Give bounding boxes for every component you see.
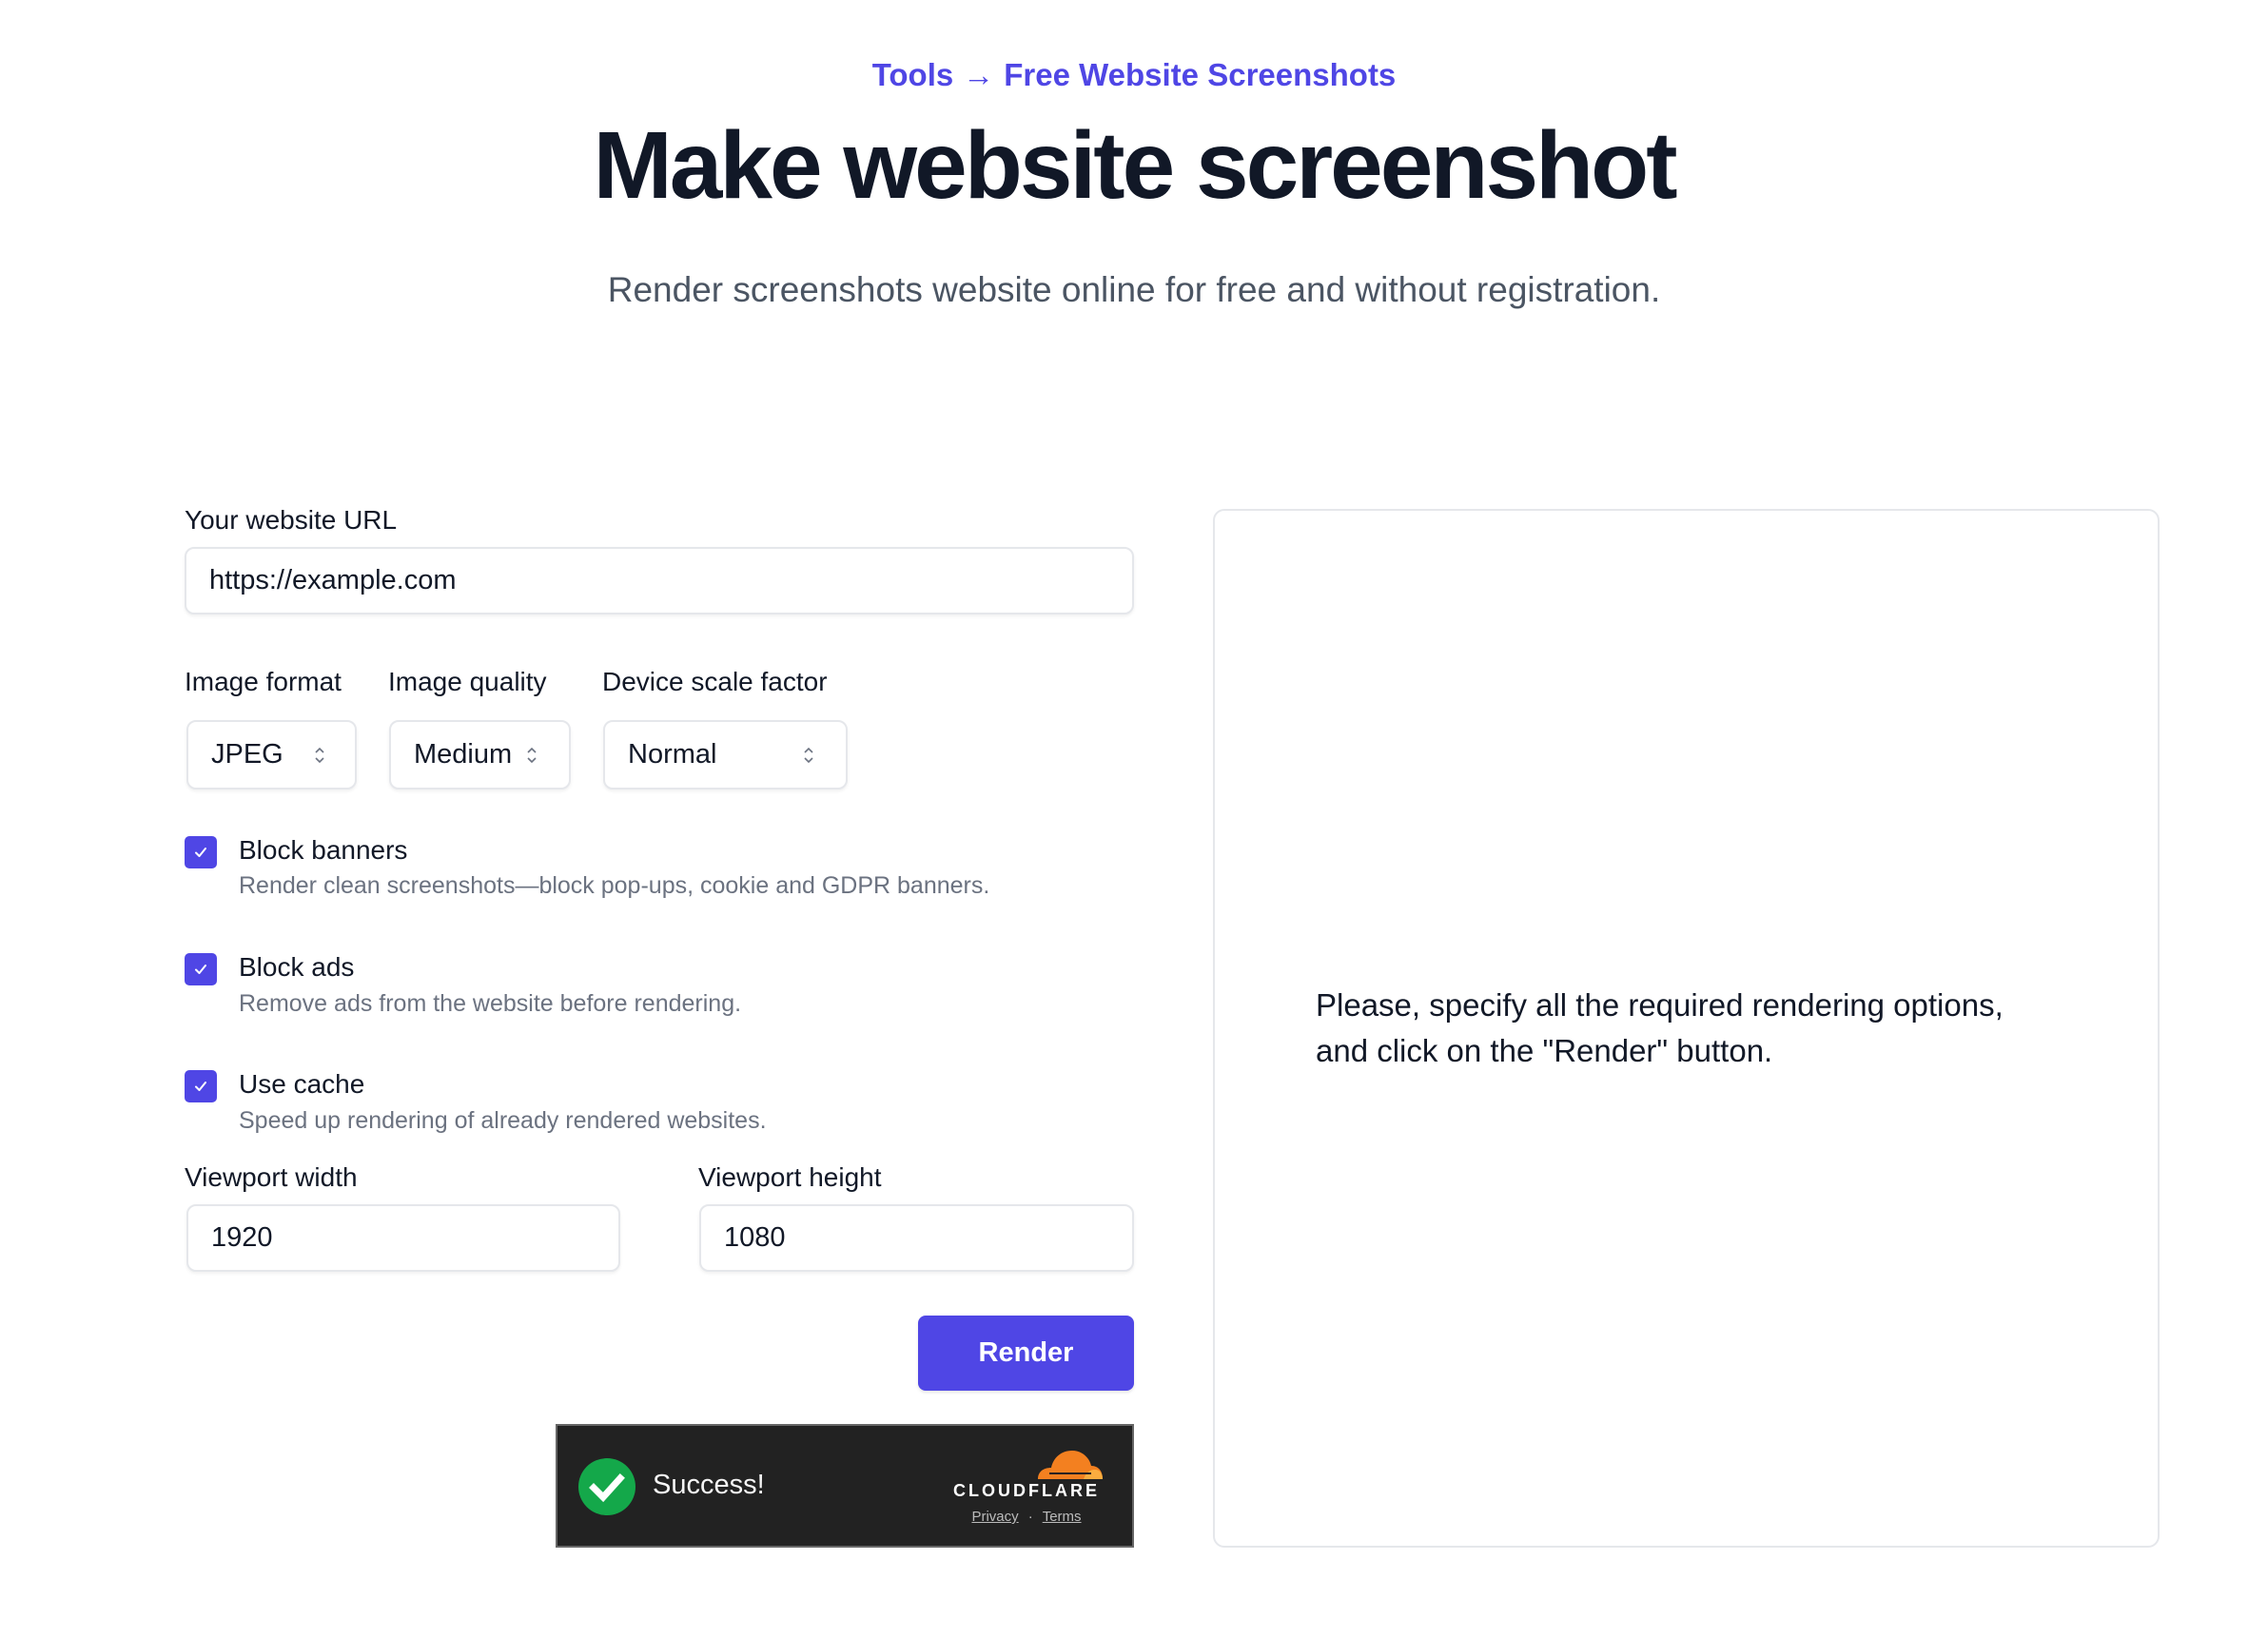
block-banners-checkbox[interactable] bbox=[185, 836, 217, 868]
block-ads-description: Remove ads from the website before rende… bbox=[239, 990, 742, 1017]
option-use-cache[interactable] bbox=[185, 1070, 217, 1102]
image-format-value: JPEG bbox=[211, 739, 284, 770]
preview-message-line-1: Please, specify all the required renderi… bbox=[1316, 987, 2004, 1023]
viewport-height-input[interactable]: 1080 bbox=[699, 1204, 1134, 1272]
device-scale-factor-value: Normal bbox=[628, 739, 717, 770]
arrow-right-icon: → bbox=[963, 57, 995, 92]
use-cache-checkbox[interactable] bbox=[185, 1070, 217, 1102]
block-banners-title[interactable]: Block banners bbox=[239, 834, 407, 867]
option-block-banners[interactable] bbox=[185, 836, 217, 868]
success-check-icon bbox=[578, 1458, 635, 1520]
url-input-value: https://example.com bbox=[209, 565, 457, 595]
render-button[interactable]: Render bbox=[918, 1316, 1134, 1391]
url-label: Your website URL bbox=[185, 505, 398, 535]
url-input[interactable]: https://example.com bbox=[185, 547, 1134, 614]
device-scale-factor-label: Device scale factor bbox=[602, 667, 828, 696]
viewport-width-input[interactable]: 1920 bbox=[186, 1204, 620, 1272]
option-block-ads[interactable] bbox=[185, 953, 217, 985]
breadcrumb: Tools → Free Website Screenshots bbox=[0, 57, 2268, 93]
cloudflare-logo-text: CLOUDFLARE bbox=[953, 1481, 1100, 1500]
preview-message-line-2: and click on the "Render" button. bbox=[1316, 1033, 1773, 1068]
image-format-select[interactable]: JPEG bbox=[186, 720, 357, 790]
use-cache-description: Speed up rendering of already rendered w… bbox=[239, 1107, 767, 1134]
image-quality-value: Medium bbox=[414, 739, 513, 770]
checkmark-icon bbox=[195, 1082, 206, 1091]
captcha-status: Success! bbox=[653, 1470, 765, 1500]
captcha-links: Privacy · Terms bbox=[951, 1509, 1102, 1525]
viewport-height-label: Viewport height bbox=[698, 1162, 882, 1192]
block-ads-checkbox[interactable] bbox=[185, 953, 217, 985]
checkmark-icon bbox=[195, 965, 206, 974]
preview-message: Please, specify all the required renderi… bbox=[1316, 983, 2096, 1074]
breadcrumb-link-free-website-screenshots[interactable]: Free Website Screenshots bbox=[1004, 57, 1396, 93]
image-quality-select[interactable]: Medium bbox=[389, 720, 571, 790]
breadcrumb-link-tools[interactable]: Tools bbox=[872, 57, 954, 93]
chevron-up-down-icon bbox=[802, 745, 815, 766]
terms-link[interactable]: Terms bbox=[1043, 1509, 1082, 1525]
device-scale-factor-select[interactable]: Normal bbox=[603, 720, 848, 790]
chevron-up-down-icon bbox=[525, 745, 538, 766]
cloudflare-cloud-icon bbox=[1028, 1445, 1105, 1486]
page-title: Make website screenshot bbox=[593, 112, 1677, 219]
links-separator: · bbox=[1027, 1509, 1033, 1525]
viewport-width-value: 1920 bbox=[211, 1222, 273, 1253]
checkmark-icon bbox=[195, 848, 206, 857]
block-ads-title[interactable]: Block ads bbox=[239, 951, 354, 984]
block-banners-description: Render clean screenshots—block pop-ups, … bbox=[239, 872, 990, 899]
image-quality-label: Image quality bbox=[388, 667, 547, 696]
viewport-width-label: Viewport width bbox=[185, 1162, 358, 1192]
viewport-height-value: 1080 bbox=[724, 1222, 786, 1253]
chevron-up-down-icon bbox=[313, 745, 326, 766]
page-subtitle: Render screenshots website online for fr… bbox=[607, 270, 1661, 309]
image-format-label: Image format bbox=[185, 667, 342, 696]
use-cache-title[interactable]: Use cache bbox=[239, 1068, 364, 1101]
privacy-link[interactable]: Privacy bbox=[971, 1509, 1018, 1525]
cloudflare-turnstile-widget: Success! CLOUDFLARE Privacy · Terms bbox=[556, 1424, 1134, 1548]
